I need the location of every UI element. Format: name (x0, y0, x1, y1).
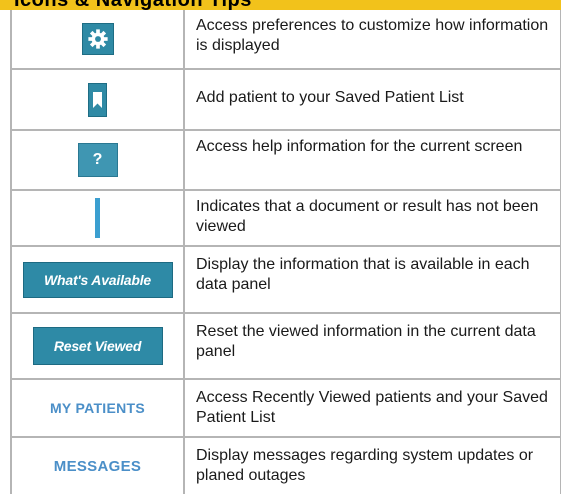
table-row: Access preferences to customize how info… (12, 10, 560, 70)
row-description: Reset the viewed information in the curr… (196, 323, 536, 360)
row-description: Access preferences to customize how info… (196, 17, 549, 54)
gear-icon[interactable] (81, 23, 114, 55)
reset-viewed-button[interactable]: Reset Viewed (32, 327, 163, 365)
header-band: Icons & Navigation Tips (0, 0, 561, 10)
table-row: What's Available Display the information… (12, 247, 560, 314)
table-row: MY PATIENTS Access Recently Viewed patie… (12, 380, 560, 438)
messages-link[interactable]: MESSAGES (54, 458, 141, 475)
table-row: ? Access help information for the curren… (12, 131, 560, 191)
row-description: Access Recently Viewed patients and your… (196, 389, 548, 426)
icon-cell (12, 70, 185, 129)
my-patients-link[interactable]: MY PATIENTS (50, 400, 145, 416)
row-description: Access help information for the current … (196, 138, 523, 155)
icon-cell: MESSAGES (12, 438, 185, 494)
row-description: Add patient to your Saved Patient List (196, 88, 464, 106)
icon-cell (12, 10, 185, 68)
row-description: Indicates that a document or result has … (196, 198, 539, 235)
row-description: Display messages regarding system update… (196, 447, 534, 484)
unviewed-bar-icon (95, 198, 100, 238)
whats-available-button[interactable]: What's Available (22, 261, 173, 298)
header-title: Icons & Navigation Tips (14, 0, 252, 10)
icon-cell: MY PATIENTS (12, 380, 185, 436)
table-row: Add patient to your Saved Patient List (12, 70, 560, 131)
bookmark-icon[interactable] (88, 82, 107, 117)
help-icon[interactable]: ? (77, 143, 118, 177)
icon-cell: What's Available (12, 247, 185, 312)
icon-cell: ? (12, 131, 185, 189)
table-row: Reset Viewed Reset the viewed informatio… (12, 314, 560, 380)
table-row: MESSAGES Display messages regarding syst… (12, 438, 560, 494)
table-row: Indicates that a document or result has … (12, 191, 560, 247)
icon-cell: Reset Viewed (12, 314, 185, 378)
row-description: Display the information that is availabl… (196, 256, 530, 293)
icon-reference-table: Access preferences to customize how info… (10, 10, 561, 494)
icon-cell (12, 191, 185, 245)
